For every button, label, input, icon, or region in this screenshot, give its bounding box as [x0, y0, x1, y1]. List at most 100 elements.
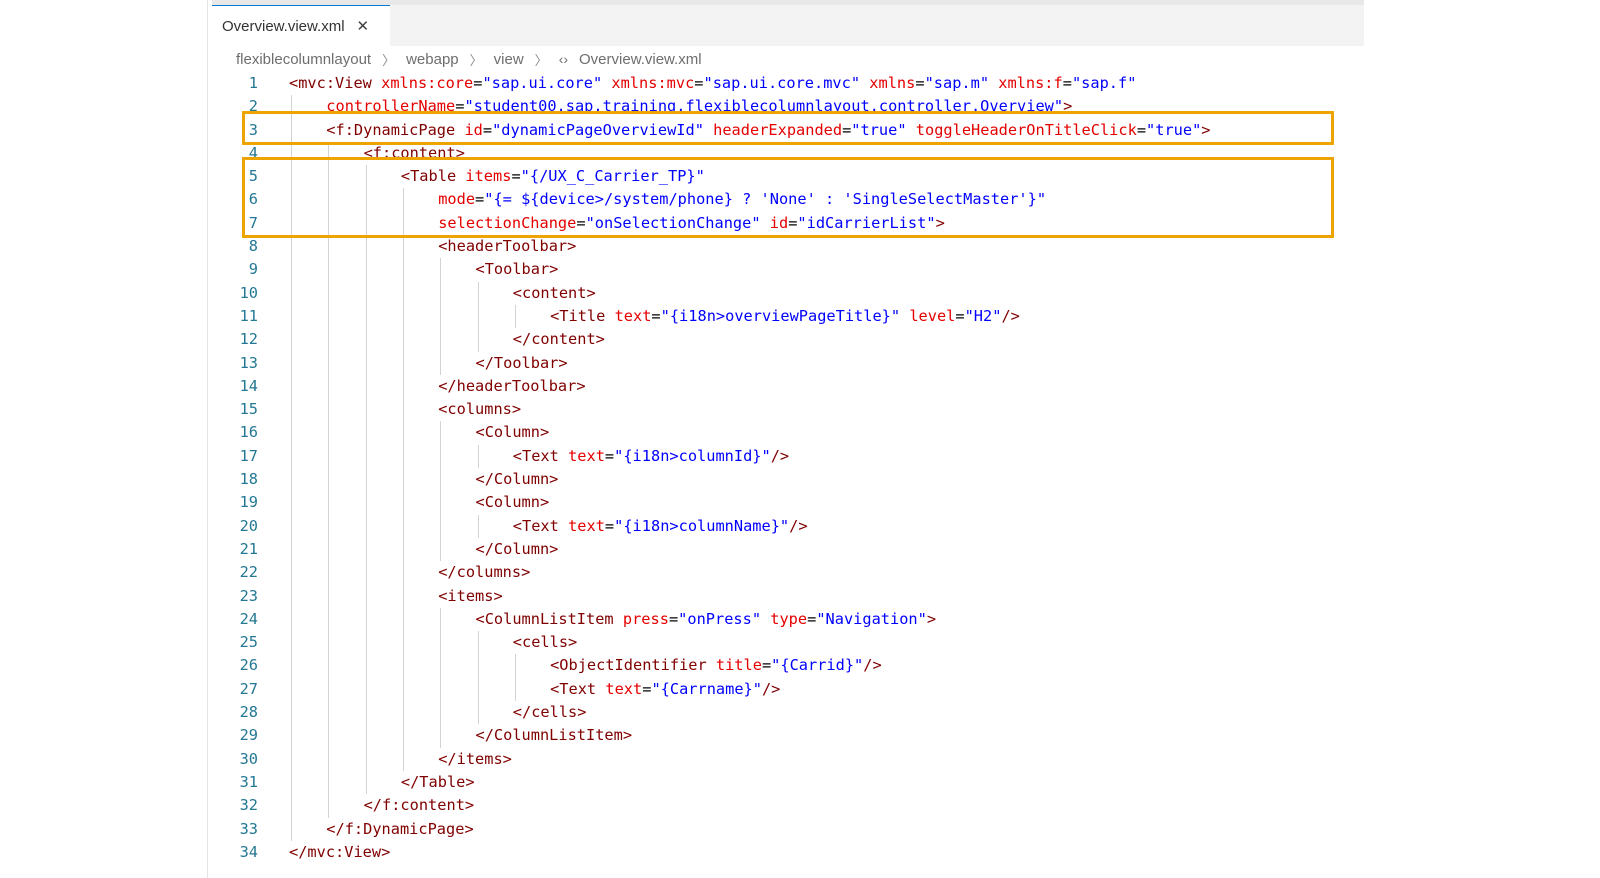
line-number: 21 [239, 539, 258, 558]
code-line[interactable]: 14 </headerToolbar> [212, 374, 1364, 399]
breadcrumb-item-project[interactable]: flexiblecolumnlayout [236, 51, 371, 68]
code-line[interactable]: 21 </Column> [212, 537, 1364, 562]
code-token: = [842, 120, 852, 139]
code-line[interactable]: 9 <Toolbar> [212, 258, 1364, 282]
code-token: text [568, 446, 605, 465]
code-line[interactable]: 25 <cells> [212, 631, 1364, 655]
code-token: <mvc:View [289, 74, 372, 92]
indent-guide [477, 444, 479, 469]
breadcrumb-item-file[interactable]: Overview.view.xml [579, 51, 702, 68]
code-text: <f:DynamicPage id="dynamicPageOverviewId… [326, 119, 1210, 142]
code-line[interactable]: 31 </Table> [212, 770, 1364, 795]
code-area[interactable]: 1 <mvc:View xmlns:core = "sap.ui.core" xmln… [212, 72, 1364, 864]
code-line[interactable]: 16 <Column> [212, 421, 1364, 445]
code-line[interactable]: 1 <mvc:View xmlns:core = "sap.ui.core" xmln… [212, 72, 1364, 95]
code-token: <ObjectIdentifier [550, 656, 707, 675]
code-text: </f:DynamicPage> [326, 818, 473, 841]
indent-guide [402, 421, 404, 445]
code-token: = [475, 190, 485, 209]
code-line[interactable]: 29 </ColumnListItem> [212, 724, 1364, 748]
indent-guide [440, 328, 442, 352]
code-line[interactable]: 4 <f:content> [212, 141, 1364, 166]
code-line[interactable]: 6 mode="{= ${device>/system/phone} ? 'Non… [212, 188, 1364, 212]
code-token: type [770, 609, 808, 628]
indent-guide [291, 444, 292, 469]
code-text: <Text text="{i18n>columnId}"/> [513, 445, 789, 468]
indent-guide [440, 491, 442, 515]
indent-guide [291, 794, 292, 818]
line-number: 5 [248, 167, 258, 186]
indent-guide [328, 468, 330, 492]
close-icon[interactable]: ✕ [357, 17, 370, 35]
code-token: <f:content> [363, 143, 465, 162]
tab-overview-view-xml[interactable]: Overview.view.xml ✕ [212, 5, 390, 46]
indent-guide [365, 537, 367, 562]
indent-guide [328, 607, 330, 632]
code-line[interactable]: 27 <Text text="{Carrname}"/> [212, 677, 1364, 702]
code-line[interactable]: 19 <Column> [212, 491, 1364, 515]
indent-guide [291, 770, 292, 795]
indent-guide [365, 770, 367, 795]
breadcrumb-item-webapp[interactable]: webapp [406, 51, 459, 68]
code-line[interactable]: 20 <Text text="{i18n>columnName}"/> [212, 514, 1364, 538]
code-line[interactable]: 15 <columns> [212, 398, 1364, 422]
indent-guide [291, 724, 292, 748]
line-number: 11 [239, 306, 258, 325]
line-number: 30 [239, 749, 258, 768]
code-token: /> [863, 656, 882, 675]
line-number: 7 [248, 213, 258, 232]
indent-guide [291, 514, 292, 538]
code-token: = [604, 516, 615, 535]
code-line[interactable]: 33 </f:DynamicPage> [212, 817, 1364, 841]
code-token: xmlns:f [998, 74, 1063, 92]
code-line[interactable]: 2 controllerName="student00.sap.training.… [212, 95, 1364, 119]
code-token: "{i18n>columnId}" [614, 446, 771, 465]
indent-guide [365, 444, 367, 469]
code-line[interactable]: 34 </mvc:View> [212, 841, 1364, 864]
code-line[interactable]: 13 </Toolbar> [212, 351, 1364, 375]
code-token: </content> [512, 330, 605, 349]
line-number: 17 [239, 446, 258, 465]
code-line[interactable]: 26 <ObjectIdentifier title="{Carrid}"/> [212, 654, 1364, 678]
code-token: selectionChange [438, 213, 577, 232]
code-line[interactable]: 12 </content> [212, 328, 1364, 352]
code-token: <Table [400, 167, 457, 186]
code-line[interactable]: 7 selectionChange="onSelectionChange" id=… [212, 211, 1364, 236]
code-line[interactable]: 10 <content> [212, 281, 1364, 305]
indent-guide [291, 211, 292, 236]
code-line[interactable]: 30 </items> [212, 747, 1364, 771]
indent-guide [291, 747, 292, 771]
code-line[interactable]: 11 <Title text="{i18n>overviewPageTitle}"… [212, 304, 1364, 329]
code-token: </ColumnListItem> [475, 726, 633, 745]
code-editor[interactable]: Overview.view.xml ✕ flexiblecolumnlayout… [212, 0, 1364, 878]
indent-guide [402, 444, 404, 469]
indent-guide [365, 654, 367, 678]
indent-guide [440, 421, 442, 445]
breadcrumb-item-view[interactable]: view [494, 51, 524, 68]
code-line[interactable]: 23 <items> [212, 584, 1364, 608]
code-token: headerExpanded [713, 120, 843, 139]
indent-guide [291, 188, 292, 212]
code-line[interactable]: 22 </columns> [212, 561, 1364, 585]
indent-guide [402, 491, 404, 515]
code-line[interactable]: 17 <Text text="{i18n>columnId}"/> [212, 444, 1364, 469]
code-line[interactable]: 32 </f:content> [212, 794, 1364, 818]
code-line[interactable]: 28 </cells> [212, 701, 1364, 725]
indent-guide [365, 188, 367, 212]
code-line[interactable]: 18 </Column> [212, 468, 1364, 492]
code-text: <Text text="{i18n>columnName}"/> [513, 515, 808, 538]
code-line[interactable]: 8 <headerToolbar> [212, 235, 1364, 259]
code-text: </items> [438, 748, 512, 771]
code-line[interactable]: 24 <ColumnListItem press="onPress" type="… [212, 607, 1364, 632]
code-line[interactable]: 3 <f:DynamicPage id="dynamicPageOverviewI… [212, 118, 1364, 142]
indent-guide [328, 747, 330, 771]
code-token: </headerToolbar> [438, 376, 586, 395]
indent-guide [365, 304, 367, 329]
indent-guide [328, 328, 330, 352]
code-token: </Toolbar> [475, 353, 568, 372]
code-text: <ColumnListItem press="onPress" type="Na… [476, 608, 937, 631]
indent-guide [328, 584, 330, 608]
code-token: </f:content> [363, 796, 475, 815]
code-line[interactable]: 5 <Table items="{/UX_C_Carrier_TP}" [212, 165, 1364, 189]
